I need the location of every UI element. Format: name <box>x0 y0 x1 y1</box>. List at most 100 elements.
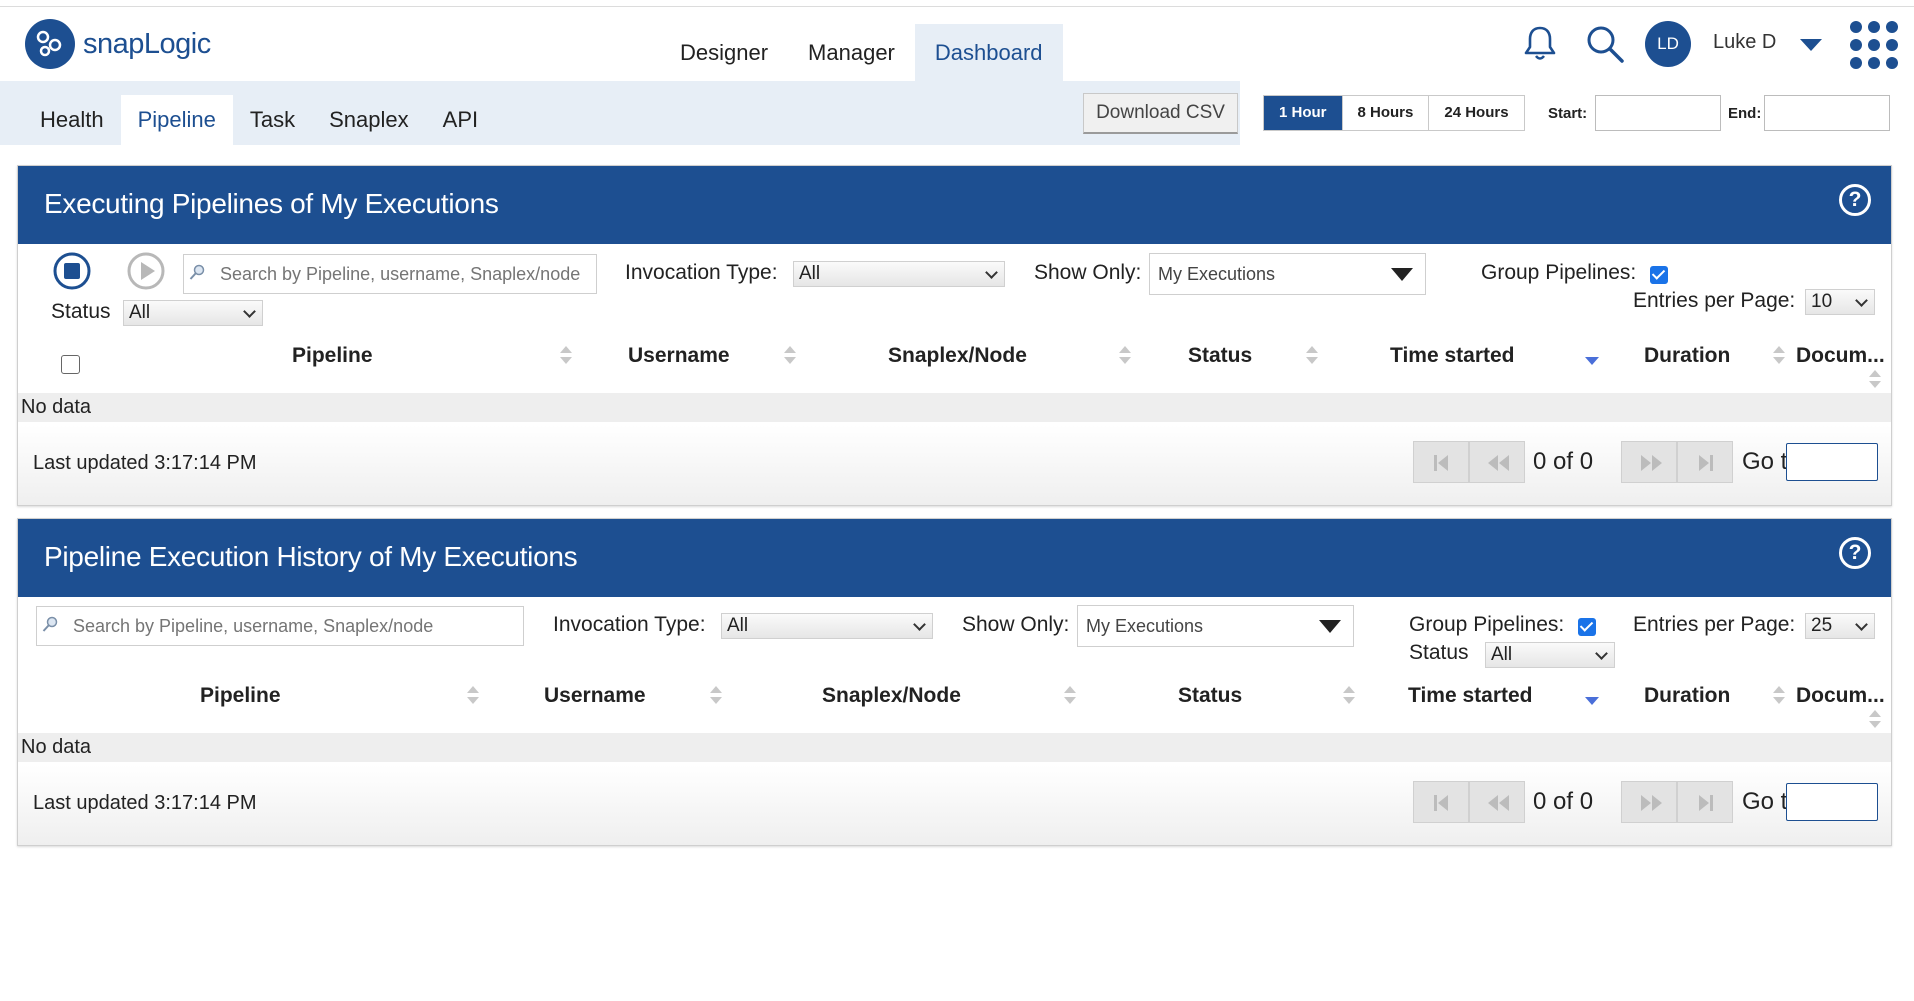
tab-pipeline[interactable]: Pipeline <box>120 95 233 145</box>
sort-desc-icon[interactable] <box>1585 357 1599 365</box>
sort-icon[interactable] <box>1064 686 1076 706</box>
tab-snaplex[interactable]: Snaplex <box>312 95 426 145</box>
range-1-hour-button[interactable]: 1 Hour <box>1264 96 1343 130</box>
prev-page-icon <box>1488 795 1509 811</box>
invocation-type-select[interactable]: All <box>793 261 1005 287</box>
invocation-type-select[interactable]: All <box>721 613 933 639</box>
start-time-input[interactable] <box>1595 95 1721 131</box>
last-page-button[interactable] <box>1677 781 1733 823</box>
end-time-input[interactable] <box>1764 95 1890 131</box>
stop-icon[interactable] <box>52 251 92 291</box>
help-icon[interactable]: ? <box>1839 537 1871 569</box>
group-pipelines-checkbox[interactable] <box>1578 618 1596 636</box>
first-page-button[interactable] <box>1413 781 1469 823</box>
column-pipeline[interactable]: Pipeline <box>292 344 373 368</box>
goto-page-input[interactable] <box>1786 783 1878 821</box>
snaplogic-logo-icon <box>25 19 75 69</box>
last-updated-text: Last updated 3:17:14 PM <box>33 452 257 474</box>
nav-designer[interactable]: Designer <box>660 24 788 81</box>
execution-history-panel: Pipeline Execution History of My Executi… <box>17 518 1892 846</box>
sort-icon[interactable] <box>1869 370 1881 390</box>
group-pipelines-label: Group Pipelines: <box>1409 613 1565 636</box>
column-pipeline[interactable]: Pipeline <box>200 684 281 708</box>
tab-health[interactable]: Health <box>23 95 121 145</box>
column-snaplex-node[interactable]: Snaplex/Node <box>822 684 961 708</box>
sort-icon[interactable] <box>1869 710 1881 730</box>
select-all-checkbox[interactable] <box>61 355 80 374</box>
column-duration[interactable]: Duration <box>1644 684 1730 708</box>
panel-header: Executing Pipelines of My Executions ? <box>18 166 1891 244</box>
entries-per-page-select[interactable]: 25 <box>1805 613 1875 639</box>
goto-page-input[interactable] <box>1786 443 1878 481</box>
sort-desc-icon[interactable] <box>1585 697 1599 705</box>
sort-icon[interactable] <box>1773 686 1785 706</box>
main-nav: Designer Manager Dashboard <box>660 24 1063 81</box>
download-csv-button[interactable]: Download CSV <box>1083 93 1238 134</box>
column-status[interactable]: Status <box>1178 684 1242 708</box>
range-24-hours-button[interactable]: 24 Hours <box>1429 96 1523 130</box>
column-status[interactable]: Status <box>1188 344 1252 368</box>
chevron-down-icon <box>1595 647 1608 660</box>
column-document[interactable]: Docum... <box>1796 684 1885 708</box>
group-pipelines-label: Group Pipelines: <box>1481 261 1637 284</box>
sort-icon[interactable] <box>1773 346 1785 366</box>
user-avatar[interactable]: LD <box>1645 21 1691 67</box>
sort-icon[interactable] <box>560 346 572 366</box>
sort-icon[interactable] <box>1306 346 1318 366</box>
column-username[interactable]: Username <box>544 684 646 708</box>
sort-icon[interactable] <box>1343 686 1355 706</box>
show-only-dropdown[interactable]: My Executions <box>1149 253 1426 295</box>
table-footer: Last updated 3:17:14 PM 0 of 0 Go to <box>18 765 1891 845</box>
show-only-dropdown[interactable]: My Executions <box>1077 605 1354 647</box>
search-icon[interactable] <box>1585 24 1625 64</box>
column-snaplex-node[interactable]: Snaplex/Node <box>888 344 1027 368</box>
user-name[interactable]: Luke D <box>1713 31 1776 54</box>
last-page-button[interactable] <box>1677 441 1733 483</box>
column-duration[interactable]: Duration <box>1644 344 1730 368</box>
user-menu-caret-icon[interactable] <box>1800 39 1822 51</box>
play-icon[interactable] <box>126 251 166 291</box>
last-page-icon <box>1699 455 1713 471</box>
sort-icon[interactable] <box>784 346 796 366</box>
next-page-icon <box>1641 455 1662 471</box>
pipeline-search-box <box>183 254 597 294</box>
show-only-value: My Executions <box>1158 264 1276 284</box>
column-time-started[interactable]: Time started <box>1408 684 1533 708</box>
first-page-icon <box>1434 455 1448 471</box>
tab-api[interactable]: API <box>426 95 495 145</box>
show-only-value: My Executions <box>1086 616 1204 636</box>
panel-title: Executing Pipelines of My Executions <box>44 188 499 219</box>
magnifier-icon <box>189 264 205 280</box>
prev-page-button[interactable] <box>1469 781 1525 823</box>
status-filter-select[interactable]: All <box>1485 642 1615 668</box>
next-page-button[interactable] <box>1621 441 1677 483</box>
invocation-type-value: All <box>799 263 821 284</box>
pipeline-search-input[interactable] <box>220 255 592 293</box>
entries-per-page-select[interactable]: 10 <box>1805 289 1875 315</box>
history-search-input[interactable] <box>73 607 519 645</box>
status-filter-value: All <box>129 302 151 323</box>
range-8-hours-button[interactable]: 8 Hours <box>1343 96 1430 130</box>
help-icon[interactable]: ? <box>1839 184 1871 216</box>
sort-icon[interactable] <box>710 686 722 706</box>
column-time-started[interactable]: Time started <box>1390 344 1515 368</box>
column-username[interactable]: Username <box>628 344 730 368</box>
bell-icon[interactable] <box>1523 24 1557 62</box>
column-document[interactable]: Docum... <box>1796 344 1885 368</box>
nav-dashboard[interactable]: Dashboard <box>914 24 1063 81</box>
next-page-button[interactable] <box>1621 781 1677 823</box>
apps-grid-icon[interactable] <box>1850 21 1898 69</box>
status-filter-select[interactable]: All <box>123 300 263 326</box>
nav-manager[interactable]: Manager <box>788 24 915 81</box>
entries-per-page-label: Entries per Page: <box>1633 289 1796 312</box>
prev-page-button[interactable] <box>1469 441 1525 483</box>
sort-icon[interactable] <box>467 686 479 706</box>
status-filter-value: All <box>1491 644 1513 665</box>
first-page-button[interactable] <box>1413 441 1469 483</box>
executing-pipelines-panel: Executing Pipelines of My Executions ? I… <box>17 165 1892 506</box>
sort-icon[interactable] <box>1119 346 1131 366</box>
logo-text: snapLogic <box>83 27 211 60</box>
tab-task[interactable]: Task <box>233 95 312 145</box>
snaplogic-logo[interactable]: snapLogic <box>25 19 211 69</box>
group-pipelines-checkbox[interactable] <box>1650 266 1668 284</box>
